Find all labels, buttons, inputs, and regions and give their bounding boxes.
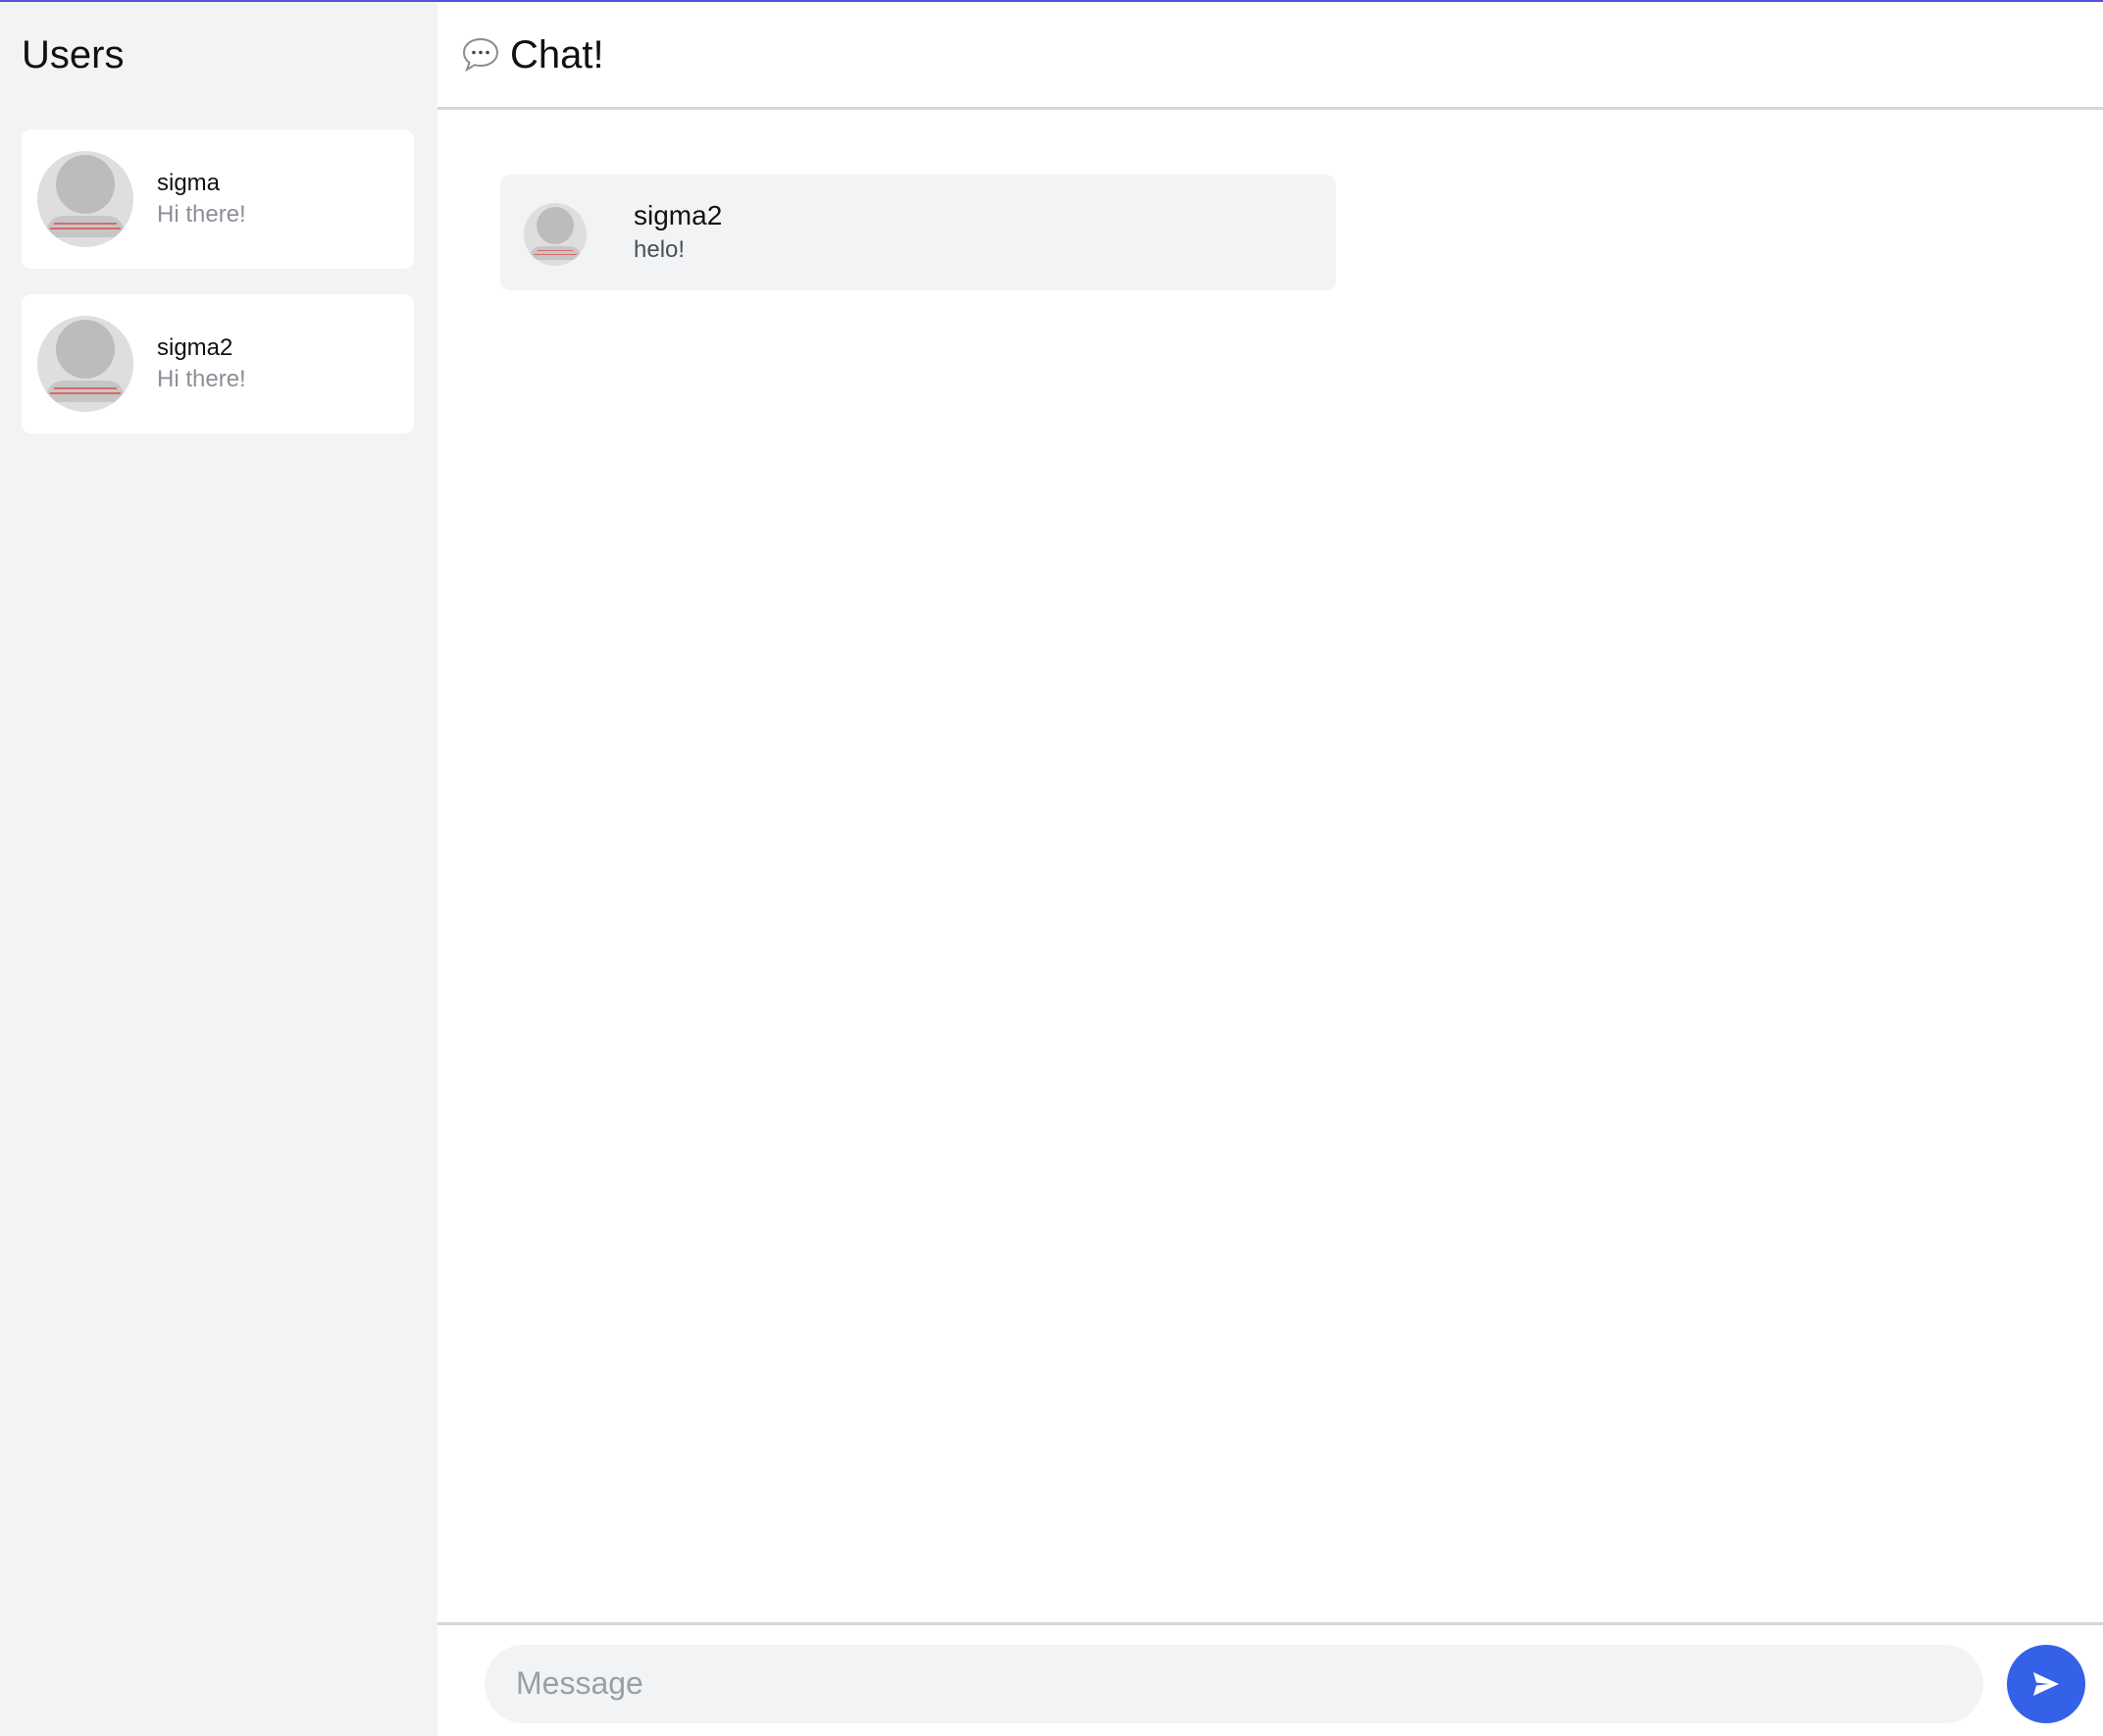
user-card-text: sigma Hi there!	[157, 168, 246, 230]
message-author: sigma2	[634, 200, 723, 230]
message-item: sigma2 helo!	[500, 175, 1336, 290]
user-preview: Hi there!	[157, 201, 246, 228]
message-input[interactable]	[485, 1644, 1983, 1723]
chat-header: Chat!	[437, 2, 2103, 110]
message-list[interactable]: sigma2 helo!	[437, 110, 2103, 1622]
chat-title: Chat!	[510, 32, 604, 77]
message-body: helo!	[634, 236, 686, 263]
user-name: sigma	[157, 170, 221, 196]
speech-bubble-icon	[461, 34, 500, 74]
message-composer	[437, 1622, 2103, 1736]
user-card-text: sigma2 Hi there!	[157, 332, 246, 395]
chat-panel: Chat! sigma2 helo!	[437, 2, 2103, 1736]
user-avatar	[37, 316, 133, 412]
users-sidebar: Users sigma Hi there! sigma2 Hi there!	[0, 2, 437, 1736]
user-name: sigma2	[157, 334, 233, 361]
user-card-sigma2[interactable]: sigma2 Hi there!	[22, 294, 414, 434]
message-avatar	[524, 203, 587, 266]
chat-app: Users sigma Hi there! sigma2 Hi there! C…	[0, 0, 2103, 1736]
send-icon	[2030, 1668, 2062, 1700]
message-text: sigma2 helo!	[634, 198, 722, 267]
user-avatar	[37, 151, 133, 247]
user-preview: Hi there!	[157, 366, 246, 392]
send-button[interactable]	[2007, 1644, 2085, 1723]
user-card-sigma[interactable]: sigma Hi there!	[22, 129, 414, 269]
sidebar-title: Users	[22, 33, 125, 77]
